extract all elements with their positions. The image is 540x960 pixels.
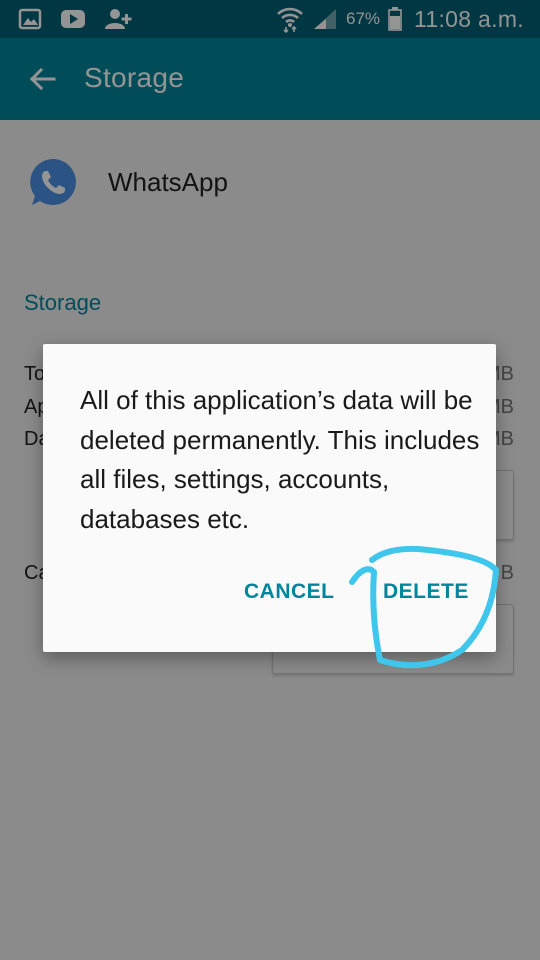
- delete-button[interactable]: DELETE: [383, 580, 469, 604]
- dialog-message: All of this application’s data will be d…: [80, 385, 480, 534]
- confirm-delete-dialog: All of this application’s data will be d…: [43, 344, 496, 652]
- cancel-button[interactable]: CANCEL: [244, 580, 335, 604]
